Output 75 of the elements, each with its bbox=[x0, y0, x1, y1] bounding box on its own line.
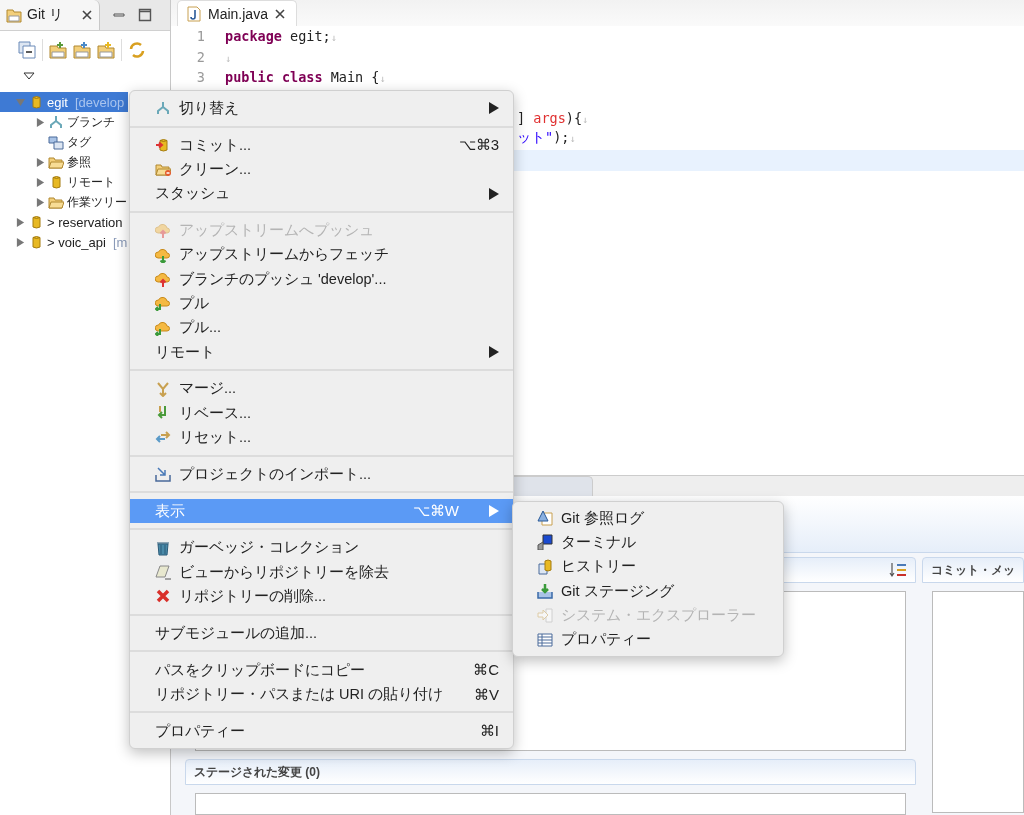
cloud-upload-icon bbox=[155, 222, 171, 239]
folder-minus-icon bbox=[155, 161, 171, 178]
view-menu-icon[interactable] bbox=[23, 72, 35, 80]
submenu-arrow-icon bbox=[489, 345, 499, 358]
merge-icon bbox=[155, 380, 171, 397]
line-number: 1 bbox=[195, 28, 206, 45]
section-header: ステージされた変更 (0) bbox=[185, 759, 916, 785]
java-file-icon bbox=[186, 5, 202, 22]
repository-add-icon[interactable] bbox=[97, 41, 115, 59]
submenu-arrow-icon bbox=[489, 102, 499, 115]
menu-item[interactable]: プロパティー ⌘I bbox=[130, 718, 513, 744]
code-line: public class Main {↓ bbox=[225, 68, 386, 85]
close-icon[interactable] bbox=[81, 9, 93, 21]
tag-icon bbox=[48, 134, 64, 150]
collapse-all-icon[interactable] bbox=[18, 41, 36, 59]
submenu-arrow-icon bbox=[489, 187, 499, 200]
import-icon bbox=[155, 466, 171, 482]
menu-item[interactable]: ヒストリー bbox=[513, 554, 783, 579]
terminal-icon bbox=[537, 534, 553, 551]
close-icon[interactable] bbox=[273, 7, 286, 20]
menu-item[interactable]: リモート bbox=[130, 339, 513, 364]
folder-icon bbox=[48, 194, 64, 210]
line-number: 2 bbox=[195, 48, 206, 65]
eraser-icon bbox=[155, 563, 171, 580]
code-line: package egit;↓ bbox=[225, 28, 337, 45]
folder-icon bbox=[48, 154, 64, 170]
menu-item[interactable]: スタッシュ bbox=[130, 181, 513, 206]
menu-item[interactable]: ガーベッジ・コレクション bbox=[130, 535, 513, 560]
table-icon bbox=[537, 631, 553, 648]
trash-icon bbox=[155, 539, 171, 556]
code-line: ] args){↓ bbox=[517, 109, 589, 126]
view-tab[interactable]: Git リ bbox=[0, 0, 100, 30]
menu-item[interactable]: Git 参照ログ bbox=[513, 506, 783, 531]
cloud-upload-icon bbox=[155, 270, 171, 287]
sort-icon[interactable] bbox=[889, 561, 907, 579]
branch-icon bbox=[48, 114, 64, 130]
maximize-icon[interactable] bbox=[138, 8, 152, 22]
link-arrows-icon[interactable] bbox=[128, 41, 146, 59]
message-field[interactable] bbox=[932, 591, 1024, 813]
cloud-download-icon bbox=[155, 246, 171, 263]
cylinder-arrow-icon bbox=[155, 136, 171, 153]
menu-item[interactable]: プル... bbox=[130, 315, 513, 340]
menu-item[interactable]: プル bbox=[130, 291, 513, 316]
section-header: コミット・メッ bbox=[922, 557, 1024, 583]
tree-item[interactable]: egit [develop bbox=[0, 92, 128, 112]
line-number: 3 bbox=[195, 68, 206, 85]
editor-tab[interactable]: Main.java bbox=[177, 0, 297, 26]
menu-item[interactable]: リポジトリーの削除... bbox=[130, 584, 513, 609]
menu-item[interactable]: ターミナル bbox=[513, 530, 783, 555]
menu-item[interactable]: ビューからリポジトリーを除去 bbox=[130, 559, 513, 585]
menu-item[interactable]: リベース... bbox=[130, 400, 513, 426]
menu-item[interactable]: リセット... bbox=[130, 425, 513, 450]
arrow-document-icon bbox=[537, 607, 553, 624]
code-line: ↓ bbox=[225, 51, 232, 65]
menu-item[interactable]: プロジェクトのインポート... bbox=[130, 461, 513, 487]
menu-item[interactable]: リポジトリー・パスまたは URI の貼り付け ⌘V bbox=[130, 681, 513, 707]
cloud-arrow-icon bbox=[155, 319, 171, 336]
expand-arrow-icon[interactable] bbox=[36, 117, 45, 127]
code-line: ット");↓ bbox=[517, 129, 576, 148]
repository-add-icon[interactable] bbox=[49, 41, 67, 59]
cloud-arrow-icon bbox=[155, 295, 171, 312]
menu-item[interactable]: マージ... bbox=[130, 376, 513, 401]
repository-add-icon[interactable] bbox=[73, 41, 91, 59]
download-tray-icon bbox=[537, 583, 553, 600]
menu-item[interactable]: ブランチのプッシュ 'develop'... bbox=[130, 266, 513, 292]
menu-item[interactable]: パスをクリップボードにコピー ⌘C bbox=[130, 657, 513, 682]
git-icon bbox=[6, 7, 22, 23]
menu-item[interactable]: Git ステージング bbox=[513, 578, 783, 604]
branch-icon bbox=[155, 100, 171, 117]
history-icon bbox=[537, 558, 553, 575]
menu-item[interactable]: サブモジュールの追加... bbox=[130, 620, 513, 646]
document-triangle-icon bbox=[537, 510, 553, 527]
menu-item[interactable]: プロパティー bbox=[513, 627, 783, 652]
submenu-arrow-icon bbox=[489, 504, 499, 517]
delete-icon bbox=[155, 588, 171, 605]
